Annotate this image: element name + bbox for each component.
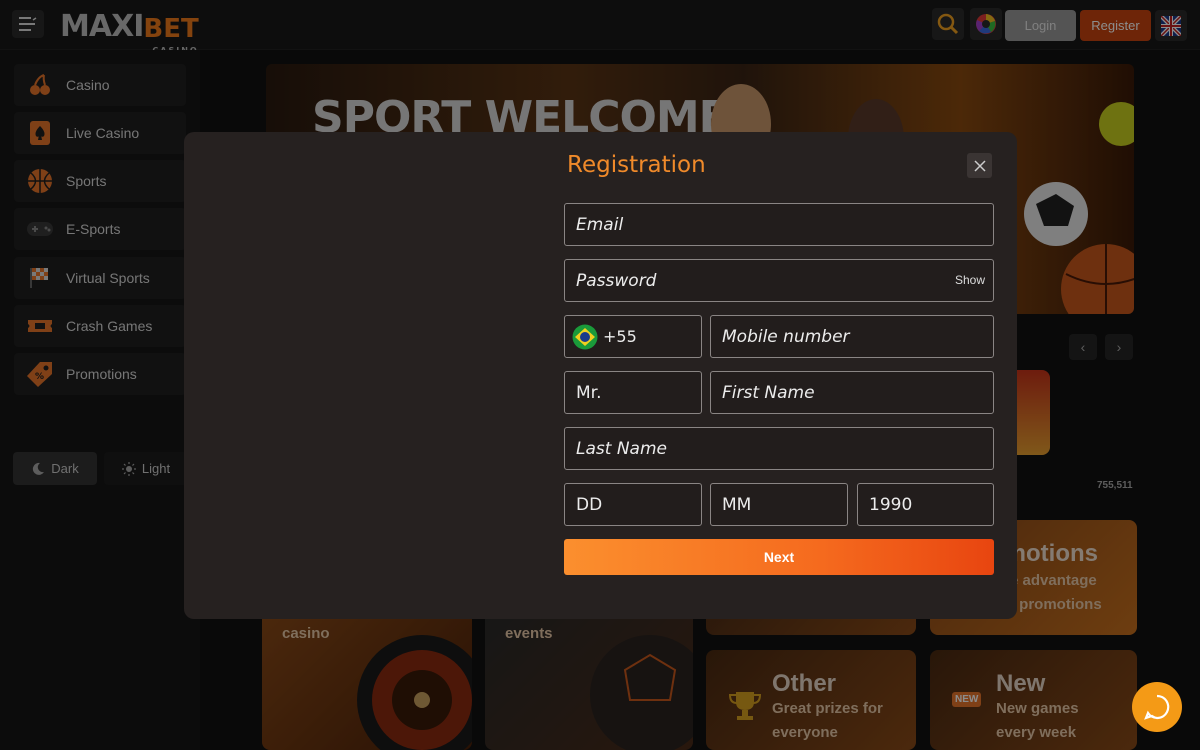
- phone-code: +55: [603, 327, 637, 346]
- first-name-field[interactable]: First Name: [710, 371, 994, 414]
- close-icon: [973, 159, 986, 172]
- last-name-placeholder: Last Name: [576, 438, 667, 459]
- last-name-field[interactable]: Last Name: [564, 427, 994, 470]
- salutation-value: Mr.: [576, 382, 602, 403]
- password-field[interactable]: Password Show: [564, 259, 994, 302]
- birth-month-select[interactable]: MM: [710, 483, 848, 526]
- birth-day-select[interactable]: DD: [564, 483, 702, 526]
- phone-code-select[interactable]: +55: [564, 315, 702, 358]
- day-placeholder: DD: [576, 494, 603, 515]
- birth-year-select[interactable]: 1990: [857, 483, 994, 526]
- year-value: 1990: [869, 494, 913, 515]
- brazil-flag-icon: [572, 324, 598, 350]
- show-password-link[interactable]: Show: [955, 273, 985, 287]
- chat-bubble-icon: [1144, 694, 1170, 720]
- email-placeholder: Email: [576, 214, 624, 235]
- modal-title: Registration: [567, 152, 706, 178]
- email-field[interactable]: Email: [564, 203, 994, 246]
- close-button[interactable]: [967, 153, 992, 178]
- month-placeholder: MM: [722, 494, 752, 515]
- password-placeholder: Password: [576, 270, 657, 291]
- first-name-placeholder: First Name: [722, 382, 815, 403]
- next-button[interactable]: Next: [564, 539, 994, 575]
- salutation-select[interactable]: Mr.: [564, 371, 702, 414]
- registration-modal: Registration Email Password Show +55 Mob…: [184, 132, 1017, 619]
- chat-button[interactable]: [1132, 682, 1182, 732]
- mobile-number-field[interactable]: Mobile number: [710, 315, 994, 358]
- mobile-placeholder: Mobile number: [722, 326, 850, 347]
